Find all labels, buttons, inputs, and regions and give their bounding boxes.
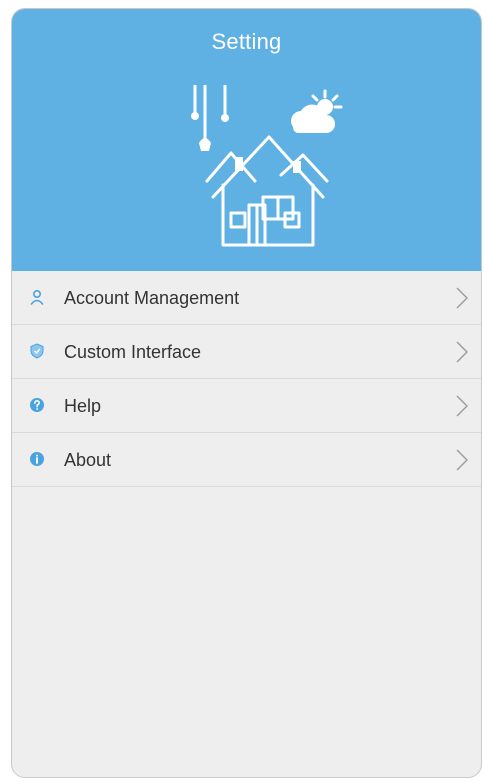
settings-menu: Account Management Custom Interface Help [12,271,481,487]
chevron-right-icon [456,287,468,309]
shield-icon [30,343,44,359]
chevron-right-icon [456,449,468,471]
header-banner: Setting [12,9,481,271]
menu-item-account-management[interactable]: Account Management [12,271,481,325]
info-circle-icon [30,452,44,466]
menu-item-label: Custom Interface [64,342,202,362]
person-icon [30,289,44,305]
menu-item-label: Help [64,396,102,416]
settings-screen: Setting Account Management Custom Interf… [11,8,482,778]
menu-item-label: Account Management [64,288,240,308]
chevron-right-icon [456,341,468,363]
menu-item-label: About [64,450,112,470]
page-title: Setting [211,29,282,54]
menu-item-help[interactable]: Help [12,379,481,433]
menu-item-about[interactable]: About [12,433,481,487]
smart-house-icon [191,85,343,247]
question-circle-icon [30,398,44,412]
menu-item-custom-interface[interactable]: Custom Interface [12,325,481,379]
chevron-right-icon [456,395,468,417]
